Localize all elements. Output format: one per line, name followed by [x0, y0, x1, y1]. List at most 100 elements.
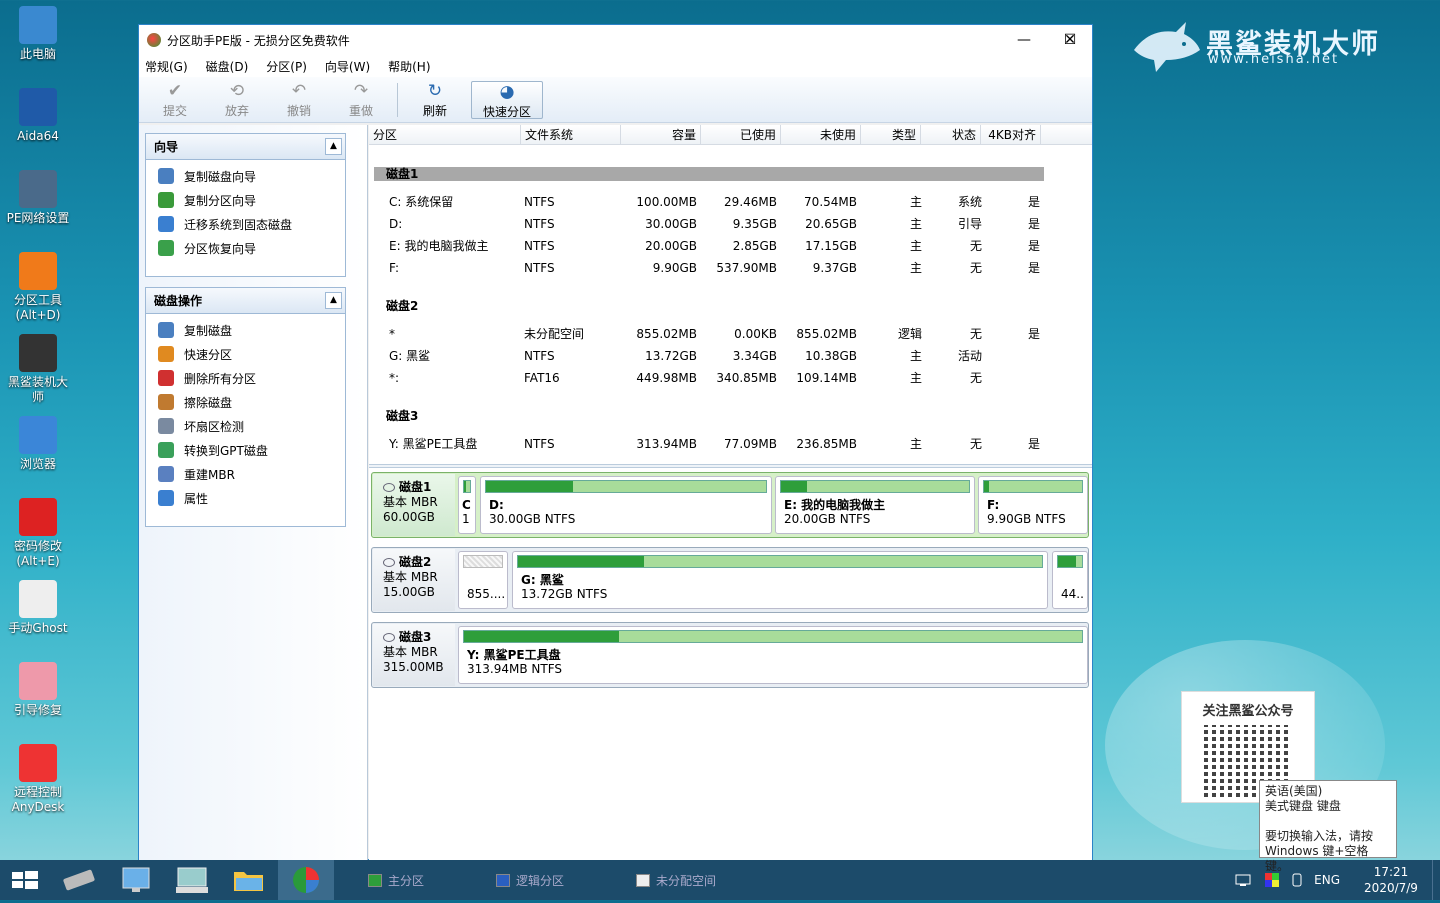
- disk-ops-group-header[interactable]: 磁盘操作 ▲: [146, 288, 345, 314]
- desktop-icon[interactable]: 引导修复: [2, 662, 74, 718]
- column-header[interactable]: 4KB对齐: [981, 125, 1041, 144]
- desktop-icon[interactable]: 分区工具 (Alt+D): [2, 252, 74, 323]
- folder-icon: [234, 872, 263, 891]
- partition-block[interactable]: F: 9.90GB NTFS: [978, 476, 1088, 534]
- language-indicator[interactable]: ENG: [1314, 873, 1340, 887]
- network-icon[interactable]: [1234, 872, 1254, 888]
- table-row[interactable]: Y: 黑鲨PE工具盘 NTFS 313.94MB 77.09MB 236.85MB 主 无 是: [369, 433, 1092, 455]
- column-header[interactable]: 状态: [921, 125, 981, 144]
- legend-unalloc-label: 未分配空间: [656, 873, 717, 888]
- desktop-icon[interactable]: 浏览器: [2, 416, 74, 472]
- partition-block[interactable]: D: 30.00GB NTFS: [480, 476, 772, 534]
- disk-header-row[interactable]: 磁盘3: [374, 409, 1044, 423]
- disk-header-row[interactable]: 磁盘1: [374, 167, 1044, 181]
- splitter[interactable]: [369, 464, 1092, 468]
- column-header[interactable]: 容量: [621, 125, 701, 144]
- sidebar-item[interactable]: 复制磁盘向导: [146, 164, 345, 188]
- desktop-icon-label: 引导修复: [13, 703, 62, 717]
- desktop-icon[interactable]: PE网络设置: [2, 170, 74, 226]
- desktop-icon[interactable]: 此电脑: [2, 6, 74, 62]
- table-cell: 9.90GB: [652, 261, 697, 275]
- column-header[interactable]: 类型: [861, 125, 921, 144]
- taskbar-computer[interactable]: [110, 860, 164, 900]
- table-cell: *: [389, 327, 395, 341]
- desktop-icon[interactable]: Aida64: [2, 88, 74, 144]
- collapse-icon[interactable]: ▲: [325, 138, 342, 155]
- sidebar-item[interactable]: 复制磁盘: [146, 318, 345, 342]
- table-cell: NTFS: [524, 217, 555, 231]
- sidebar-item-icon: [158, 418, 174, 434]
- table-cell: *:: [389, 371, 400, 385]
- toolbar-button[interactable]: ◕ 快速分区: [471, 81, 543, 119]
- usb-icon[interactable]: [1290, 872, 1304, 888]
- column-header[interactable]: 已使用: [701, 125, 781, 144]
- partition-block[interactable]: Y: 黑鲨PE工具盘 313.94MB NTFS: [458, 626, 1088, 684]
- menu-item[interactable]: 磁盘(D): [206, 58, 249, 75]
- disk-header-row[interactable]: 磁盘2: [374, 299, 1044, 313]
- desktop-icon[interactable]: 手动Ghost: [2, 580, 74, 636]
- desktop-icon-label: 密码修改 (Alt+E): [13, 539, 62, 568]
- taskbar-drive[interactable]: [52, 860, 106, 900]
- toolbar-button[interactable]: ⟲ 放弃: [211, 81, 263, 119]
- toolbar-button[interactable]: ✔ 提交: [149, 81, 201, 119]
- usage-fill: [781, 481, 808, 492]
- toolbar-icon: ↷: [353, 81, 369, 101]
- taskbar-partition-assistant[interactable]: [278, 860, 334, 900]
- close-button[interactable]: ✕: [1047, 25, 1093, 55]
- legend-logical-label: 逻辑分区: [516, 873, 565, 888]
- toolbar-button[interactable]: ↷ 重做: [335, 81, 387, 119]
- table-cell: 无: [969, 327, 982, 341]
- desktop-icon[interactable]: 密码修改 (Alt+E): [2, 498, 74, 569]
- sidebar-item[interactable]: 坏扇区检测: [146, 414, 345, 438]
- column-header[interactable]: 未使用: [781, 125, 861, 144]
- desktop-icon[interactable]: 远程控制 AnyDesk: [2, 744, 74, 815]
- sidebar-item[interactable]: 快速分区: [146, 342, 345, 366]
- table-row[interactable]: G: 黑鲨 NTFS 13.72GB 3.34GB 10.38GB 主 活动: [369, 345, 1092, 367]
- menu-item[interactable]: 帮助(H): [388, 58, 430, 75]
- menu-item[interactable]: 常规(G): [145, 58, 188, 75]
- show-desktop-button[interactable]: [1432, 860, 1440, 900]
- partition-block[interactable]: E: 我的电脑我做主 20.00GB NTFS: [775, 476, 975, 534]
- disk-map-label: 磁盘2 基本 MBR 15.00GB: [373, 549, 455, 611]
- table-row[interactable]: D: NTFS 30.00GB 9.35GB 20.65GB 主 引导 是: [369, 213, 1092, 235]
- wizard-group-header[interactable]: 向导 ▲: [146, 134, 345, 160]
- menu-item[interactable]: 分区(P): [266, 58, 307, 75]
- collapse-icon[interactable]: ▲: [325, 292, 342, 309]
- table-row[interactable]: *: FAT16 449.98MB 340.85MB 109.14MB 主 无: [369, 367, 1092, 389]
- sidebar-item-label: 属性: [184, 491, 209, 506]
- sidebar-item[interactable]: 分区恢复向导: [146, 236, 345, 260]
- color-icon[interactable]: [1264, 872, 1280, 888]
- toolbar-button[interactable]: ↶ 撤销: [273, 81, 325, 119]
- partition-block[interactable]: C1: [458, 476, 476, 534]
- taskbar-keyboard[interactable]: [166, 860, 220, 900]
- partition-block[interactable]: G: 黑鲨 13.72GB NTFS: [512, 551, 1048, 609]
- sidebar-item[interactable]: 删除所有分区: [146, 366, 345, 390]
- sidebar-item[interactable]: 擦除磁盘: [146, 390, 345, 414]
- partition-block[interactable]: 44....: [1052, 551, 1088, 609]
- table-row[interactable]: * 未分配空间 855.02MB 0.00KB 855.02MB 逻辑 无 是: [369, 323, 1092, 345]
- minimize-button[interactable]: —: [1001, 25, 1047, 55]
- disk-map-panel[interactable]: 磁盘3 基本 MBR 315.00MB Y: 黑鲨PE工具盘 313.94MB NTFS: [371, 622, 1089, 688]
- column-header[interactable]: 分区: [369, 125, 521, 144]
- table-row[interactable]: F: NTFS 9.90GB 537.90MB 9.37GB 主 无 是: [369, 257, 1092, 279]
- menu-item[interactable]: 向导(W): [325, 58, 370, 75]
- sidebar-item[interactable]: 重建MBR: [146, 462, 345, 486]
- toolbar-button[interactable]: ↻ 刷新: [409, 81, 461, 119]
- column-header[interactable]: 文件系统: [521, 125, 621, 144]
- app-icon: [19, 580, 57, 618]
- disk-map-panel[interactable]: 磁盘2 基本 MBR 15.00GB 855.... G: 黑鲨 13.72GB NTFS…: [371, 547, 1089, 613]
- sidebar-item[interactable]: 属性: [146, 486, 345, 510]
- table-row[interactable]: C: 系统保留 NTFS 100.00MB 29.46MB 70.54MB 主 系统 是: [369, 191, 1092, 213]
- sidebar-item[interactable]: 转换到GPT磁盘: [146, 438, 345, 462]
- sidebar-item[interactable]: 迁移系统到固态磁盘: [146, 212, 345, 236]
- partition-block[interactable]: 855....: [458, 551, 508, 609]
- taskbar-explorer[interactable]: [222, 860, 276, 900]
- table-cell: 449.98MB: [636, 371, 697, 385]
- start-button[interactable]: [0, 860, 54, 900]
- table-row[interactable]: E: 我的电脑我做主 NTFS 20.00GB 2.85GB 17.15GB 主 无 是: [369, 235, 1092, 257]
- sidebar-item[interactable]: 复制分区向导: [146, 188, 345, 212]
- title-bar[interactable]: 分区助手PE版 - 无损分区免费软件 — ☐ ✕: [139, 25, 1092, 55]
- desktop-icon[interactable]: 黑鲨装机大 师: [2, 334, 74, 405]
- disk-map-panel[interactable]: 磁盘1 基本 MBR 60.00GB C 1 D: 30.00GB NTFS E: 我的电脑我…: [371, 472, 1089, 538]
- main-panel: 分区 文件系统 容量 已使用 未使用 类型 状态 4KB对齐 磁盘1 C: 系统保留 NTFS 10…: [369, 125, 1092, 860]
